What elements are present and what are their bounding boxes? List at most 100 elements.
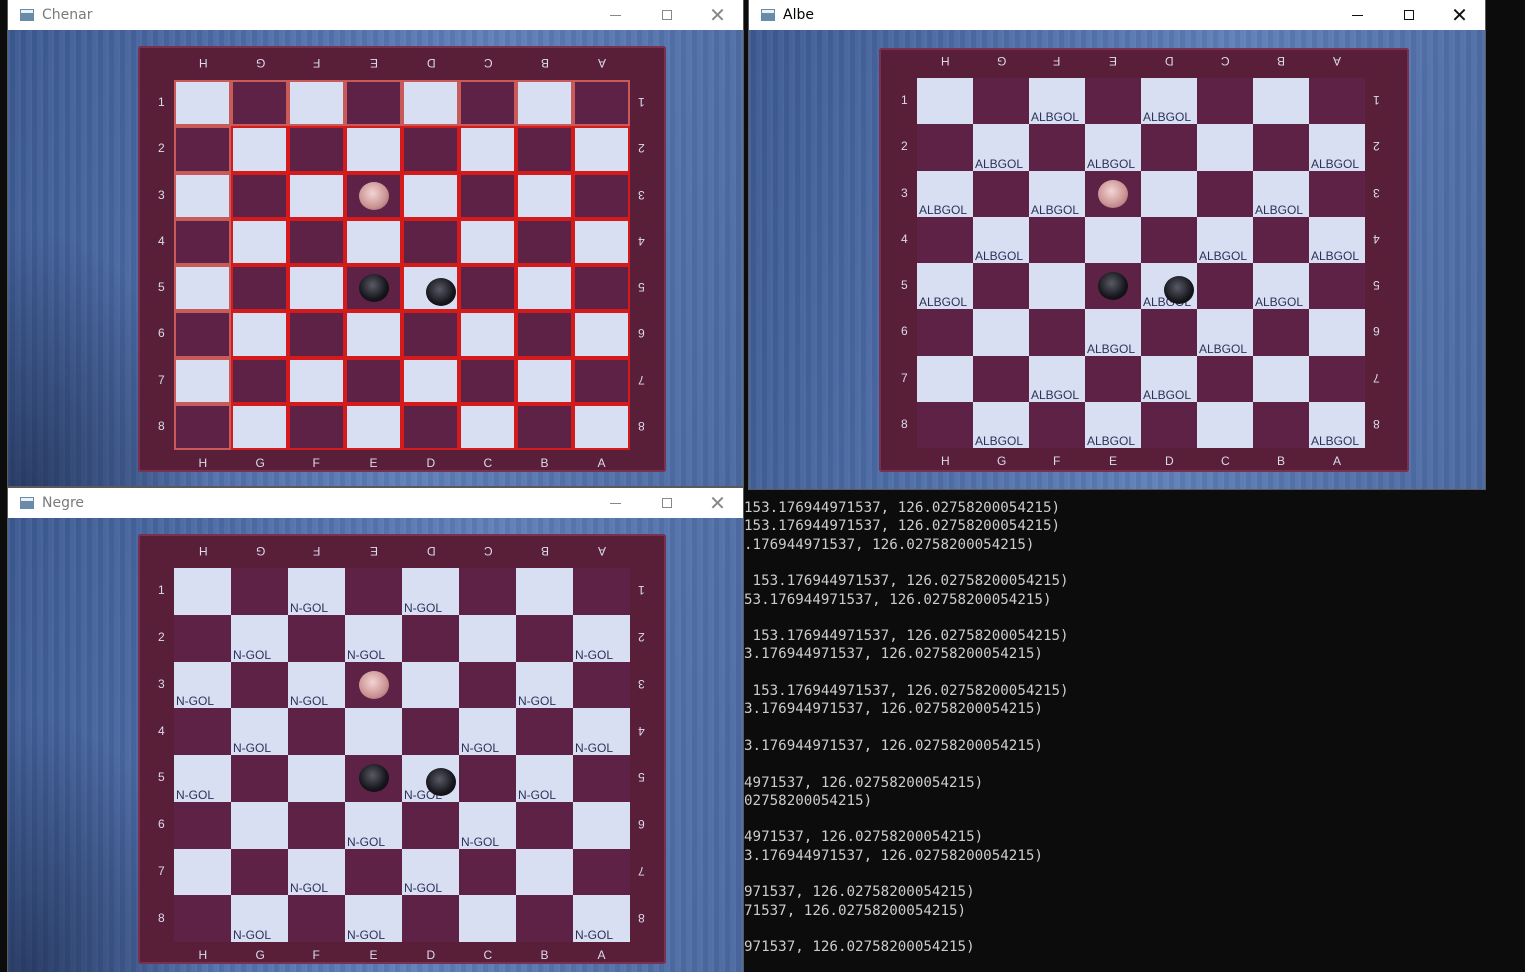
square-label: ALBGOL: [975, 156, 1024, 171]
rank-label-right: 3: [638, 676, 645, 691]
board-square: [174, 848, 231, 896]
minimize-button[interactable]: [1332, 0, 1383, 30]
maximize-button[interactable]: [1383, 0, 1434, 30]
negre-window[interactable]: Negre ✕ N-GOL N-GOL N-GOL N-GOL N-GOL N-GOL N-…: [8, 488, 743, 972]
board-square: N-GOL: [288, 661, 345, 709]
board-square: [1309, 309, 1365, 356]
file-label: G: [255, 456, 265, 470]
board-square: [459, 172, 516, 219]
rank-label: 4: [158, 723, 165, 738]
rank-label: 4: [158, 233, 165, 248]
board-square: [573, 357, 630, 404]
board-square: [402, 708, 459, 755]
square-label: N-GOL: [575, 647, 614, 662]
minimize-button[interactable]: [590, 0, 641, 30]
close-icon: ✕: [1451, 3, 1468, 27]
board-square: [516, 218, 573, 265]
black-piece: [1164, 276, 1194, 305]
rank-label-right: 2: [1373, 139, 1380, 154]
board-square: [231, 755, 288, 802]
board-square: [1197, 124, 1253, 171]
albe-window[interactable]: Albe ✕ ALBGOL ALBGOL ALBGOL ALBGOL ALBGOL ALB…: [749, 0, 1485, 489]
board-square: [459, 848, 516, 896]
rank-label-right: 8: [638, 910, 645, 925]
square-label: N-GOL: [290, 600, 329, 615]
file-label-top: G: [997, 54, 1007, 68]
board-square: [231, 661, 288, 709]
board-square: ALBGOL: [1141, 78, 1197, 125]
close-button[interactable]: ✕: [1434, 0, 1485, 30]
close-button[interactable]: ✕: [692, 488, 743, 518]
rank-label: 7: [901, 370, 908, 385]
square-label: N-GOL: [575, 928, 614, 942]
negre-titlebar[interactable]: Negre ✕: [8, 488, 743, 518]
board-square: [973, 170, 1029, 217]
camera-view: ALBGOL ALBGOL ALBGOL ALBGOL ALBGOL ALBGOL ALBG…: [749, 30, 1485, 489]
square-label: ALBGOL: [1255, 202, 1304, 217]
board-square: [516, 265, 573, 312]
albe-titlebar[interactable]: Albe ✕: [749, 0, 1485, 30]
square-label: ALBGOL: [975, 434, 1024, 448]
board-square: [402, 172, 459, 219]
board-square: N-GOL: [402, 848, 459, 896]
console-line: 4971537, 126.02758200054215): [744, 829, 984, 846]
maximize-button[interactable]: [641, 0, 692, 30]
board-square: [345, 126, 402, 173]
rank-label: 6: [901, 324, 908, 339]
chenar-titlebar[interactable]: Chenar ✕: [8, 0, 743, 30]
close-button[interactable]: ✕: [692, 0, 743, 30]
board-square: [1253, 309, 1309, 356]
rank-label: 7: [158, 863, 165, 878]
maximize-button[interactable]: [641, 488, 692, 518]
square-label: N-GOL: [404, 881, 443, 896]
rank-label: 1: [158, 583, 165, 598]
black-piece: [358, 274, 389, 303]
board-square: [402, 661, 459, 709]
square-label: N-GOL: [233, 741, 272, 755]
rank-label-right: 4: [638, 723, 645, 738]
minimize-icon: [610, 14, 621, 16]
white-piece: [358, 181, 389, 210]
board-square: [1029, 263, 1085, 310]
board-square: ALBGOL: [973, 401, 1029, 448]
board-square: [231, 311, 288, 358]
board-square: [174, 403, 231, 450]
board-square: [402, 80, 459, 127]
board-square: [345, 568, 402, 615]
board-square: [288, 708, 345, 755]
window-icon: [761, 9, 775, 21]
chenar-window[interactable]: Chenar ✕ H H G G F F E E D D C C B B A A 1 1 2 2 3 3 4 4 5 5 6 6 7 7 8…: [8, 0, 743, 486]
file-label-top: F: [1053, 54, 1061, 68]
board-square: [345, 357, 402, 404]
board-square: N-GOL: [459, 801, 516, 849]
board-square: [516, 403, 573, 450]
file-label: B: [540, 948, 549, 962]
console-line: 3.176944971537, 126.02758200054215): [744, 701, 1043, 718]
square-label: ALBGOL: [919, 295, 968, 310]
board-square: [345, 848, 402, 896]
square-label: N-GOL: [176, 787, 215, 802]
board-square: [288, 801, 345, 849]
file-label: F: [312, 456, 320, 470]
square-label: N-GOL: [233, 647, 272, 662]
console-line: 153.176944971537, 126.02758200054215): [744, 573, 1069, 590]
board-square: [516, 848, 573, 896]
file-label-top: D: [426, 56, 436, 70]
square-label: ALBGOL: [1199, 249, 1248, 263]
board-square: [459, 568, 516, 615]
board-square: [573, 568, 630, 615]
board-square: [917, 355, 973, 402]
rank-label: 3: [158, 187, 165, 202]
minimize-button[interactable]: [590, 488, 641, 518]
rank-label: 3: [158, 676, 165, 691]
board-square: [1309, 355, 1365, 402]
board-square: [231, 172, 288, 219]
board-square: ALBGOL: [1253, 170, 1309, 217]
board-square: [345, 311, 402, 358]
maximize-icon: [1403, 10, 1414, 20]
file-label: G: [255, 948, 265, 962]
board-square: [917, 309, 973, 356]
file-label: H: [198, 456, 208, 470]
board-square: [231, 218, 288, 265]
rank-label: 6: [158, 817, 165, 832]
